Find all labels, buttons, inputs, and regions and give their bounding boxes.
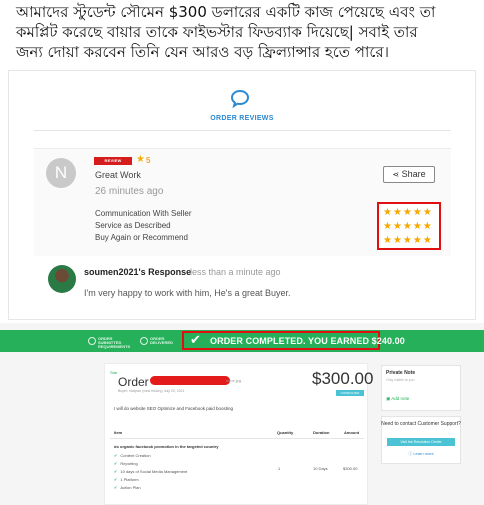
feature-label: Content Creation [120, 453, 151, 458]
caption-line-1: আমাদের স্টুডেন্ট সৌমেন $300 ডলারের একটি … [16, 3, 436, 21]
order-reviews-title: ORDER REVIEWS [210, 115, 274, 122]
criteria-service: Service as Described [95, 221, 171, 230]
criteria-recommend: Buy Again or Recommend [95, 233, 188, 242]
order-duration: 10 Days [313, 466, 328, 471]
caption-line-3: জন্য দোয়া করবেন তিনি যেন আরও বড় ফ্রিল্… [16, 43, 389, 61]
chat-bubble-icon [230, 89, 250, 109]
feature-label: Reporting [120, 461, 138, 466]
feature-item: ✔ Action Plan [114, 485, 141, 490]
column-item: Item [114, 430, 123, 435]
seller-response-label: soumen2021's Response [84, 267, 192, 277]
feature-label: 10 days of Social Media Management [120, 469, 188, 474]
order-quantity: 1 [278, 466, 281, 471]
check-icon: ✔ [114, 469, 118, 474]
order-item-name: do organic facebook promotion in the tar… [114, 444, 219, 449]
review-badge: REVIEW RESULTS [94, 157, 132, 171]
check-icon: ✔ [114, 485, 118, 490]
check-icon: ✔ [114, 461, 118, 466]
criteria-stars-highlight: ★★★★★ ★★★★★ ★★★★★ [377, 202, 441, 250]
private-note-subtitle: Only visible to you [386, 378, 415, 382]
seller-response-time: less than a minute ago [190, 267, 281, 277]
order-meta: Buyer: nickpan (view history) July 20, 2… [118, 389, 185, 393]
overall-rating: 5 [146, 156, 151, 165]
feature-item: ✔ Content Creation [114, 453, 151, 458]
divider [110, 438, 364, 439]
order-star-label: Star [110, 370, 118, 375]
add-note-label: Add note [391, 396, 410, 401]
check-icon: ✔ [114, 453, 118, 458]
order-price: $300.00 [312, 369, 374, 388]
check-icon: ✔ [114, 477, 118, 482]
column-duration: Duration [313, 430, 330, 435]
column-quantity: Quantity [277, 430, 294, 435]
order-description: I will do website SEO Optimize and Faceb… [114, 406, 234, 411]
order-status-badge: COMPLETED ORDER [336, 390, 364, 401]
share-icon: ⋖ [392, 170, 400, 179]
order-title: Order [118, 375, 149, 389]
learn-more-link[interactable]: ⓘ Learn more [381, 451, 461, 457]
star-rating-row: ★★★★★ [383, 207, 433, 218]
feature-item: ✔ 10 days of Social Media Management [114, 469, 187, 474]
divider [34, 130, 451, 131]
order-completed-text: ORDER COMPLETED. YOU EARNED $240.00 [210, 336, 405, 346]
private-note-title: Private Note [386, 370, 416, 376]
share-label: Share [401, 169, 426, 179]
review-time: 26 minutes ago [95, 186, 164, 197]
redacted-order-id [150, 376, 230, 385]
star-rating-row: ★★★★★ [383, 221, 433, 232]
resolution-center-button[interactable]: Visit the Resolution Center [387, 438, 455, 446]
tab-requirements[interactable]: ORDER SUBMITTED REQUIREMENTS [98, 337, 136, 349]
feature-label: Action Plan [120, 485, 141, 490]
column-amount: Amount [344, 430, 360, 435]
order-amount: $300.00 [343, 466, 358, 471]
star-icon: ★ [136, 154, 145, 165]
buyer-avatar: N [46, 158, 76, 188]
feature-label: 1 Platform [120, 477, 139, 482]
seller-avatar [48, 265, 76, 293]
check-circle-icon [88, 337, 96, 345]
order-title-suffix: mine.jpg [226, 378, 242, 383]
checkmark-icon: ✔ [190, 332, 201, 347]
review-text: Great Work [95, 170, 141, 180]
seller-response-text: I'm very happy to work with him, He's a … [84, 288, 291, 298]
caption-line-2: কমপ্লিট করেছে বায়ার তাকে ফাইভস্টার ফিডব… [16, 23, 418, 41]
share-button[interactable]: ⋖ Share [383, 166, 435, 183]
feature-item: ✔ Reporting [114, 461, 138, 466]
criteria-communication: Communication With Seller [95, 209, 192, 218]
feature-item: ✔ 1 Platform [114, 477, 139, 482]
check-circle-icon [140, 337, 148, 345]
tab-delivered[interactable]: ORDER DELIVERED [150, 337, 180, 345]
learn-more-label: Learn more [413, 451, 434, 456]
add-note-link[interactable]: ▣ Add note [386, 396, 409, 402]
support-title: Need to contact Customer Support? [381, 421, 461, 427]
caption-text: আমাদের স্টুডেন্ট সৌমেন $300 ডলারের একটি … [0, 0, 484, 70]
star-rating-row: ★★★★★ [383, 235, 433, 246]
